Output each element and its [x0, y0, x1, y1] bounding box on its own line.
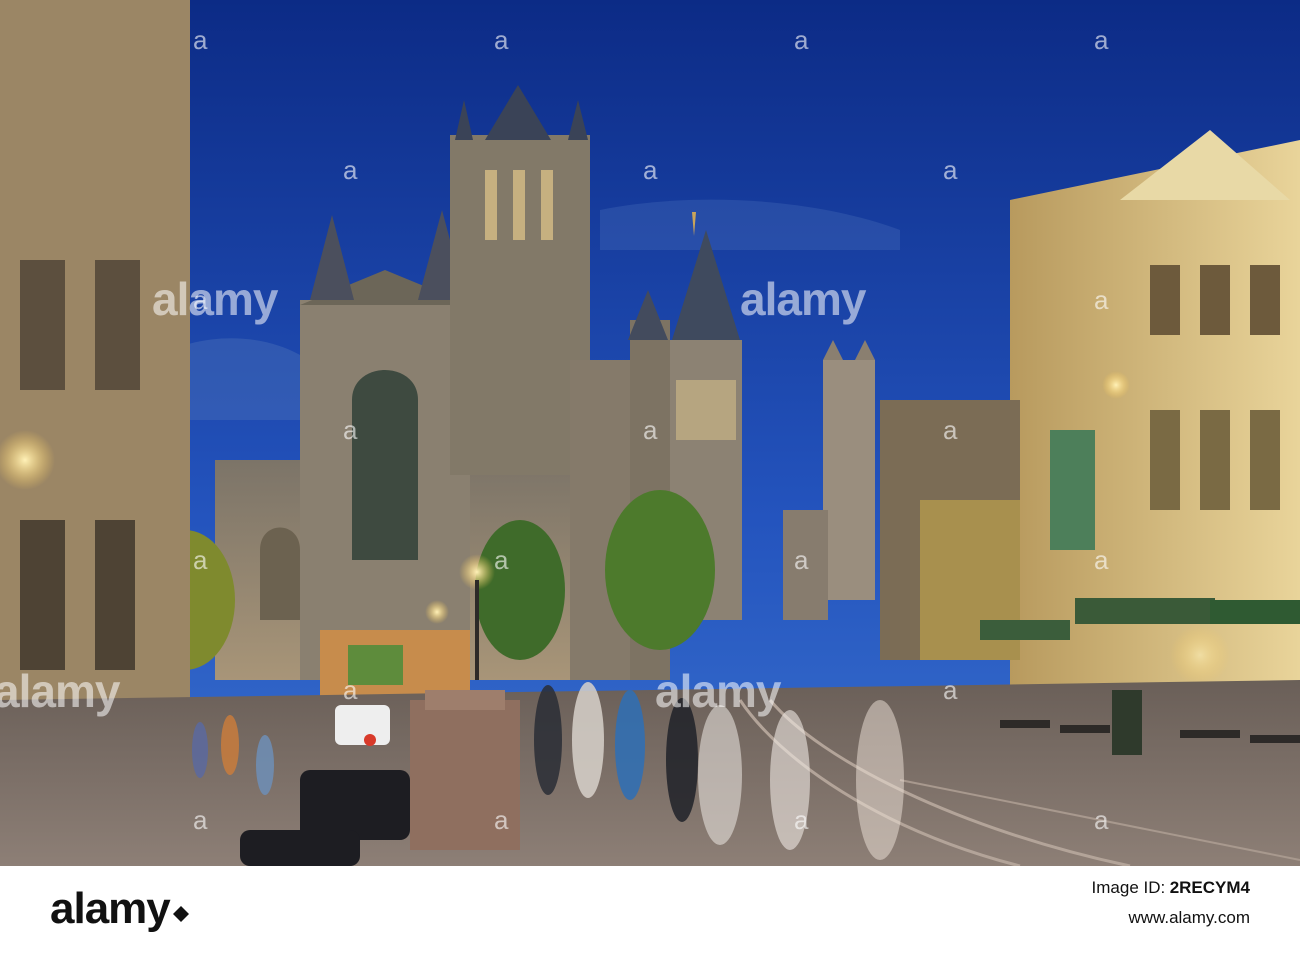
alamy-logo-text: alamy [50, 884, 171, 933]
image-id-label: Image ID: [1091, 878, 1166, 897]
watermark-mark: a [1094, 805, 1109, 835]
stock-footer: alamy Image ID: 2RECYM4 www.alamy.com [0, 866, 1300, 956]
photo-gent-st-nicholas-church: alamy alamy alamy alamy a a a a a a a a … [0, 0, 1300, 866]
site-url[interactable]: www.alamy.com [1092, 908, 1250, 928]
watermark-mark: a [193, 285, 208, 315]
watermark-mark: a [643, 415, 658, 445]
watermark-mark: a [494, 25, 509, 55]
watermark-mark: a [343, 415, 358, 445]
watermark-mark: a [343, 155, 358, 185]
image-frame: alamy alamy alamy alamy a a a a a a a a … [0, 0, 1300, 956]
watermark-mark: a [193, 25, 208, 55]
watermark-mark: a [943, 155, 958, 185]
image-meta: Image ID: 2RECYM4 www.alamy.com [1092, 878, 1250, 928]
watermark-mark: a [1094, 285, 1109, 315]
image-id-value: 2RECYM4 [1169, 878, 1250, 897]
watermark-mark: a [794, 25, 809, 55]
watermark-mark: a [1094, 545, 1109, 575]
watermark-mark: a [494, 545, 509, 575]
watermark-mark: a [494, 805, 509, 835]
watermark-mark: a [943, 675, 958, 705]
watermark-mark: a [943, 415, 958, 445]
watermark-mark: a [794, 545, 809, 575]
watermark-mark: a [643, 155, 658, 185]
watermark-mark: a [794, 805, 809, 835]
watermark-mark: a [193, 805, 208, 835]
watermark-mark: a [1094, 25, 1109, 55]
logo-pin-icon [172, 906, 189, 922]
watermark-mark: a [193, 545, 208, 575]
watermark-mark: a [343, 675, 358, 705]
alamy-logo[interactable]: alamy [50, 884, 190, 934]
